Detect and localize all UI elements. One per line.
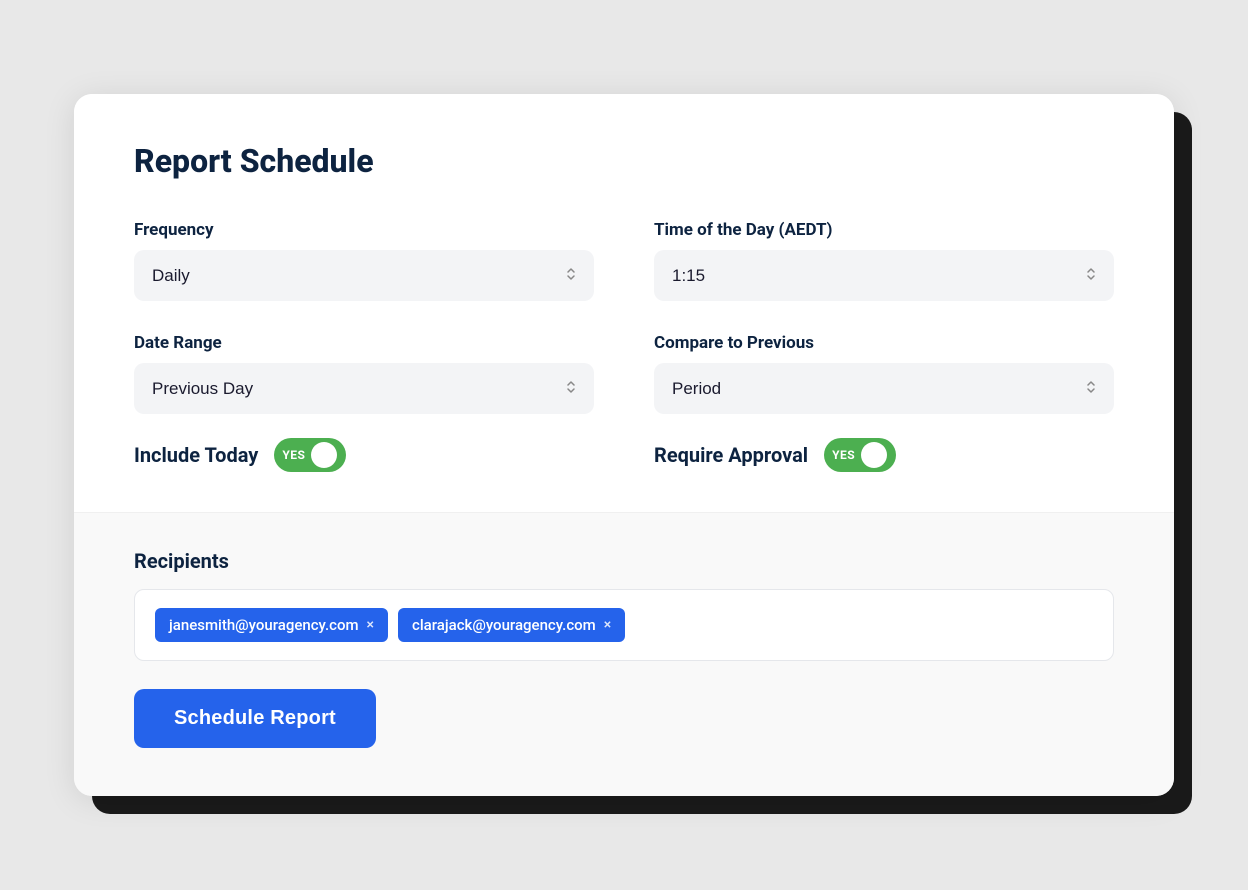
recipients-box[interactable]: janesmith@youragency.com × clarajack@you… xyxy=(134,589,1114,661)
date-range-select-wrapper: Previous Day Previous Week Previous Mont… xyxy=(134,363,594,414)
frequency-select-wrapper: Daily Weekly Monthly xyxy=(134,250,594,301)
date-range-label: Date Range xyxy=(134,333,594,353)
include-today-toggle-circle xyxy=(311,442,337,468)
frequency-label: Frequency xyxy=(134,220,594,240)
page-container: Report Schedule Frequency Daily Weekly M… xyxy=(74,94,1174,796)
compare-select-wrapper: Period Day Week xyxy=(654,363,1114,414)
date-range-select[interactable]: Previous Day Previous Week Previous Mont… xyxy=(134,363,594,414)
compare-previous-group: Compare to Previous Period Day Week xyxy=(654,333,1114,414)
time-select[interactable]: 1:15 2:00 3:00 xyxy=(654,250,1114,301)
frequency-select[interactable]: Daily Weekly Monthly xyxy=(134,250,594,301)
page-title: Report Schedule xyxy=(134,142,1114,180)
time-select-wrapper: 1:15 2:00 3:00 xyxy=(654,250,1114,301)
recipient-remove-1[interactable]: × xyxy=(604,618,611,632)
recipient-email-0: janesmith@youragency.com xyxy=(169,616,359,634)
date-range-group: Date Range Previous Day Previous Week Pr… xyxy=(134,333,594,414)
recipient-tag-0[interactable]: janesmith@youragency.com × xyxy=(155,608,388,642)
time-of-day-label: Time of the Day (AEDT) xyxy=(654,220,1114,240)
include-today-label: Include Today xyxy=(134,443,258,467)
time-of-day-group: Time of the Day (AEDT) 1:15 2:00 3:00 xyxy=(654,220,1114,301)
include-today-row: Include Today YES xyxy=(134,438,594,472)
form-grid: Frequency Daily Weekly Monthly Time of t xyxy=(134,220,1114,414)
top-section: Report Schedule Frequency Daily Weekly M… xyxy=(74,94,1174,512)
require-approval-label: Require Approval xyxy=(654,443,808,467)
schedule-report-button[interactable]: Schedule Report xyxy=(134,689,376,748)
compare-previous-label: Compare to Previous xyxy=(654,333,1114,353)
frequency-group: Frequency Daily Weekly Monthly xyxy=(134,220,594,301)
recipient-email-1: clarajack@youragency.com xyxy=(412,616,596,634)
require-approval-toggle-text: YES xyxy=(832,448,855,462)
compare-select[interactable]: Period Day Week xyxy=(654,363,1114,414)
recipient-remove-0[interactable]: × xyxy=(367,618,374,632)
toggles-row: Include Today YES Require Approval YES xyxy=(134,430,1114,472)
recipient-tag-1[interactable]: clarajack@youragency.com × xyxy=(398,608,625,642)
include-today-toggle-text: YES xyxy=(282,448,305,462)
recipients-label: Recipients xyxy=(134,549,1114,573)
require-approval-row: Require Approval YES xyxy=(654,438,1114,472)
include-today-toggle[interactable]: YES xyxy=(274,438,346,472)
require-approval-toggle[interactable]: YES xyxy=(824,438,896,472)
bottom-section: Recipients janesmith@youragency.com × cl… xyxy=(74,512,1174,796)
require-approval-toggle-circle xyxy=(861,442,887,468)
main-card: Report Schedule Frequency Daily Weekly M… xyxy=(74,94,1174,796)
